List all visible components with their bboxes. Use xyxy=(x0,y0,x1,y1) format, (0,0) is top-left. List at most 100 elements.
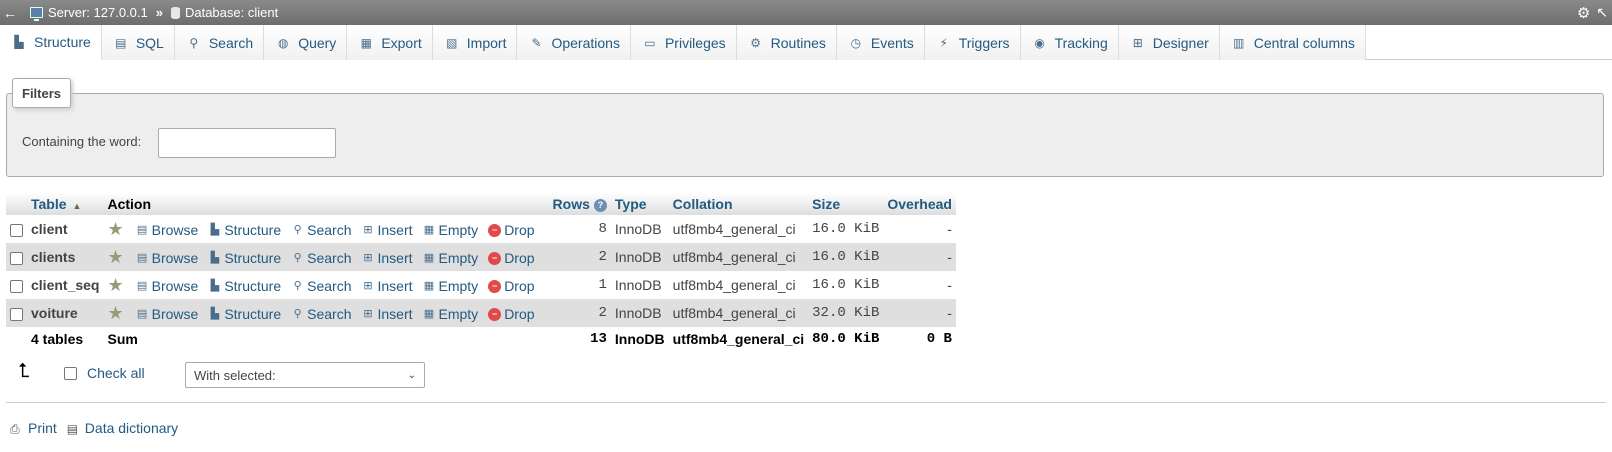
table-name[interactable]: client xyxy=(27,215,104,243)
header-rows[interactable]: Rows? xyxy=(548,193,611,215)
insert-icon: ⊞ xyxy=(363,251,373,264)
table-row: client_seq ★ ▤ Browse ▙ Structure ⚲ Search ⊞ Inse… xyxy=(6,271,956,299)
row-overhead: - xyxy=(883,271,956,299)
row-type: InnoDB xyxy=(610,243,669,271)
row-checkbox-cell xyxy=(6,243,27,271)
header-size[interactable]: Size xyxy=(808,193,884,215)
settings-gear-icon[interactable]: ⚙ xyxy=(1577,4,1590,22)
tab-privileges[interactable]: ▭ Privileges xyxy=(630,25,737,60)
action-drop[interactable]: − Drop xyxy=(488,222,535,238)
triggers-icon: ⚡ xyxy=(939,35,948,50)
action-drop[interactable]: − Drop xyxy=(488,250,535,266)
check-all[interactable]: Check all xyxy=(64,365,145,381)
help-icon[interactable]: ? xyxy=(593,198,607,212)
action-search[interactable]: ⚲ Search xyxy=(291,278,352,294)
check-all-checkbox[interactable] xyxy=(64,366,77,380)
back-arrow-icon[interactable]: ← xyxy=(0,0,20,25)
table-row: clients ★ ▤ Browse ▙ Structure ⚲ Search ⊞ Insert ▦… xyxy=(6,243,956,271)
action-structure[interactable]: ▙ Structure xyxy=(208,250,282,266)
favorite-star-icon[interactable]: ★ xyxy=(107,247,123,268)
tab-sql[interactable]: ▤ SQL xyxy=(101,25,175,60)
tab-export[interactable]: ▦ Export xyxy=(347,25,433,60)
action-structure[interactable]: ▙ Structure xyxy=(208,306,282,322)
row-count: 1 xyxy=(548,271,611,299)
row-checkbox[interactable] xyxy=(10,307,23,321)
table-name[interactable]: client_seq xyxy=(27,271,104,299)
row-size[interactable]: 16.0 KiB xyxy=(808,271,884,299)
action-browse[interactable]: ▤ Browse xyxy=(136,222,198,238)
action-browse[interactable]: ▤ Browse xyxy=(136,250,198,266)
tab-import[interactable]: ▧ Import xyxy=(432,25,518,60)
favorite-star-icon[interactable]: ★ xyxy=(107,275,123,296)
privileges-icon: ▭ xyxy=(644,35,656,50)
breadcrumb-database[interactable]: Database: client xyxy=(170,5,278,20)
row-checkbox-cell xyxy=(6,271,27,299)
summary-size: 80.0 KiB xyxy=(808,327,884,351)
header-collation[interactable]: Collation xyxy=(668,193,809,215)
tab-label: Operations xyxy=(551,34,620,51)
favorite-star-icon[interactable]: ★ xyxy=(107,219,123,240)
insert-icon: ⊞ xyxy=(363,279,373,292)
breadcrumb-separator: » xyxy=(155,5,163,20)
breadcrumb-server[interactable]: Server: 127.0.0.1 xyxy=(30,5,148,21)
action-empty[interactable]: ▦ Empty xyxy=(423,250,478,266)
action-structure[interactable]: ▙ Structure xyxy=(208,278,282,294)
tab-label: Routines xyxy=(770,34,826,51)
row-overhead: - xyxy=(883,243,956,271)
central-columns-icon: ▥ xyxy=(1233,35,1245,50)
data-dictionary-link[interactable]: ▤ Data dictionary xyxy=(67,420,178,436)
with-selected-select[interactable]: With selected: ⌄ xyxy=(185,362,425,388)
empty-icon: ▦ xyxy=(423,307,435,320)
tab-tracking[interactable]: ◉ Tracking xyxy=(1020,25,1119,60)
tab-label: Import xyxy=(466,34,507,51)
action-insert[interactable]: ⊞ Insert xyxy=(361,222,412,238)
tab-label: Query xyxy=(298,34,337,51)
print-link[interactable]: ⎙ Print xyxy=(10,420,57,436)
action-empty[interactable]: ▦ Empty xyxy=(423,306,478,322)
filter-input[interactable] xyxy=(158,128,336,158)
action-structure[interactable]: ▙ Structure xyxy=(208,222,282,238)
insert-icon: ⊞ xyxy=(363,307,373,320)
action-drop[interactable]: − Drop xyxy=(488,278,535,294)
action-search[interactable]: ⚲ Search xyxy=(291,306,352,322)
header-type[interactable]: Type xyxy=(610,193,669,215)
tab-central-columns[interactable]: ▥ Central columns xyxy=(1219,25,1366,60)
row-size[interactable]: 16.0 KiB xyxy=(808,243,884,271)
header-table[interactable]: Table ▲ xyxy=(27,193,104,215)
tab-designer[interactable]: ⊞ Designer xyxy=(1118,25,1220,60)
tab-operations[interactable]: ✎ Operations xyxy=(517,25,631,60)
row-checkbox[interactable] xyxy=(10,279,23,293)
action-search[interactable]: ⚲ Search xyxy=(291,222,352,238)
header-overhead[interactable]: Overhead xyxy=(883,193,956,215)
tab-triggers[interactable]: ⚡ Triggers xyxy=(924,25,1021,60)
action-empty[interactable]: ▦ Empty xyxy=(423,222,478,238)
row-size[interactable]: 32.0 KiB xyxy=(808,299,884,327)
tab-query[interactable]: ◍ Query xyxy=(264,25,348,60)
favorite-star-icon[interactable]: ★ xyxy=(107,303,123,324)
empty-icon: ▦ xyxy=(423,251,435,264)
action-insert[interactable]: ⊞ Insert xyxy=(361,278,412,294)
data-dictionary-icon: ▤ xyxy=(66,422,79,436)
tab-routines[interactable]: ⚙ Routines xyxy=(736,25,837,60)
action-insert[interactable]: ⊞ Insert xyxy=(361,306,412,322)
summary-row: 4 tables Sum 13 InnoDB utf8mb4_general_ci 80.… xyxy=(6,327,956,351)
row-checkbox[interactable] xyxy=(10,223,23,237)
tab-structure[interactable]: ▙ Structure xyxy=(0,25,102,60)
tab-events[interactable]: ◷ Events xyxy=(836,25,925,60)
check-all-label[interactable]: Check all xyxy=(87,365,145,381)
action-insert[interactable]: ⊞ Insert xyxy=(361,250,412,266)
tab-search[interactable]: ⚲ Search xyxy=(174,25,265,60)
table-name[interactable]: clients xyxy=(27,243,104,271)
collapse-icon[interactable]: ↖ xyxy=(1596,4,1608,21)
row-checkbox[interactable] xyxy=(10,251,23,265)
check-all-arrow-icon: ⮤ xyxy=(18,360,30,382)
table-name[interactable]: voiture xyxy=(27,299,104,327)
action-empty[interactable]: ▦ Empty xyxy=(423,278,478,294)
action-browse[interactable]: ▤ Browse xyxy=(136,306,198,322)
row-size[interactable]: 16.0 KiB xyxy=(808,215,884,243)
row-type: InnoDB xyxy=(610,299,669,327)
action-drop[interactable]: − Drop xyxy=(488,306,535,322)
action-search[interactable]: ⚲ Search xyxy=(291,250,352,266)
row-collation: utf8mb4_general_ci xyxy=(668,215,809,243)
action-browse[interactable]: ▤ Browse xyxy=(136,278,198,294)
